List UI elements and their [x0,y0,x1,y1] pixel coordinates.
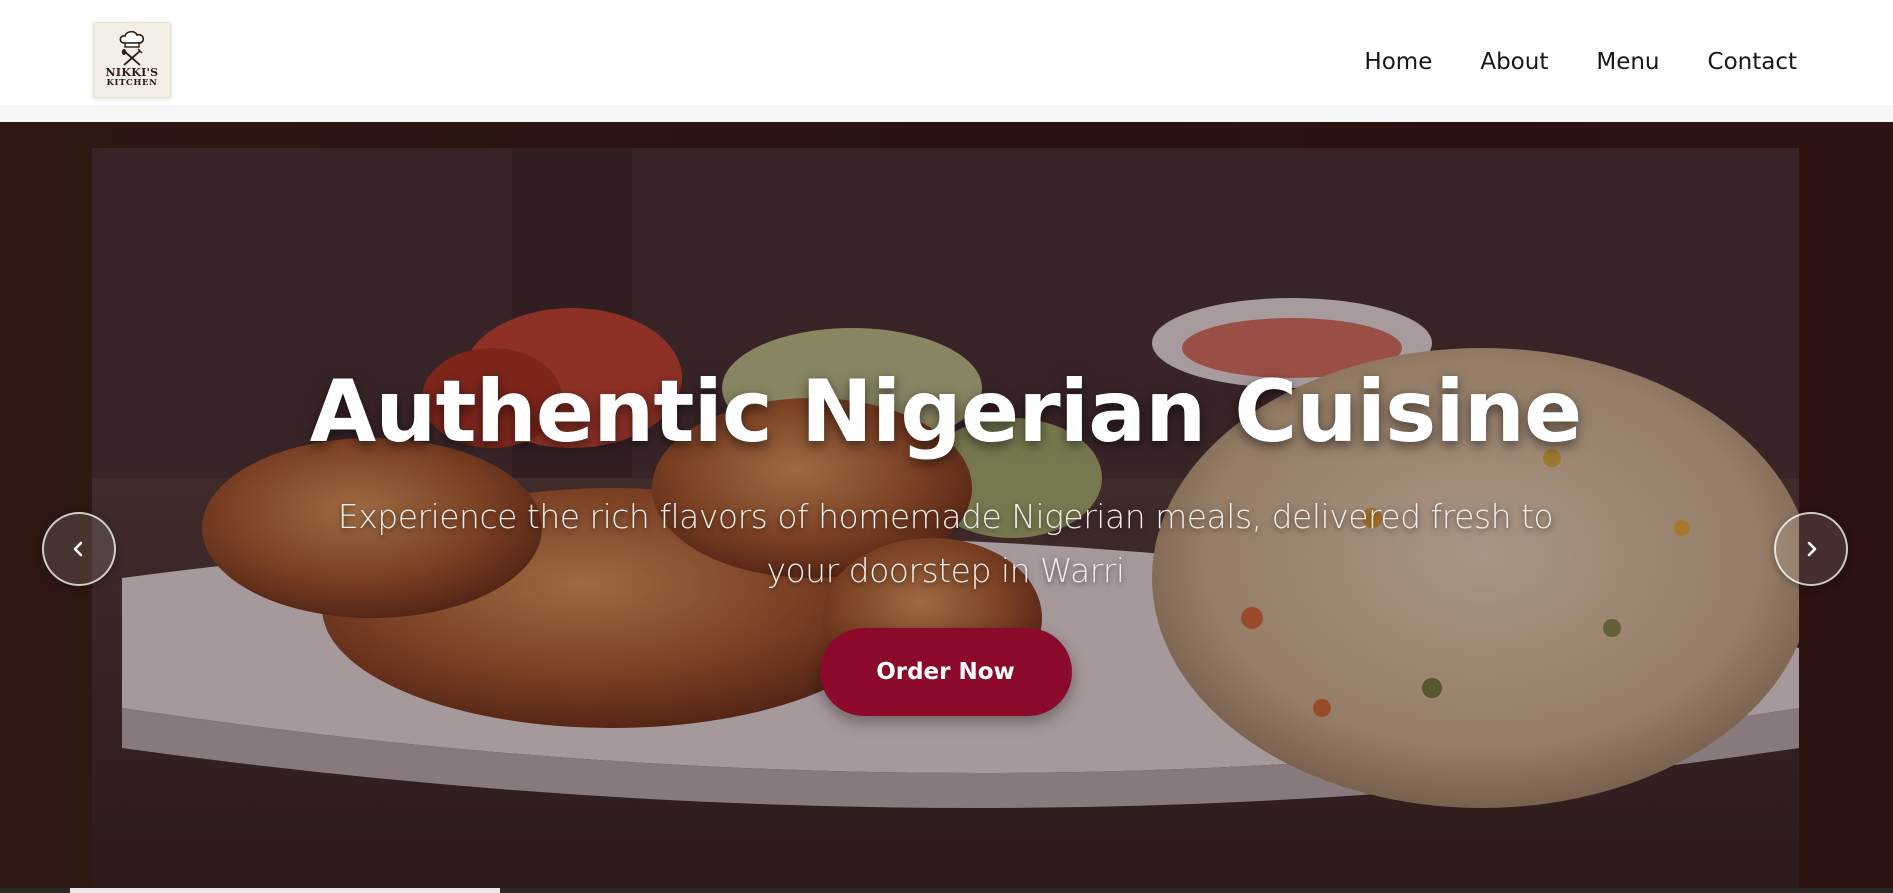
main-nav: Home About Menu Contact [1364,44,1797,80]
brand-name-line1: NIKKI'S [105,66,159,79]
nav-link-menu[interactable]: Menu [1596,49,1659,75]
header-divider [0,105,1893,122]
nav-link-about[interactable]: About [1480,49,1548,75]
carousel-prev-button[interactable] [42,512,116,586]
site-header: NIKKI'S KITCHEN Home About Menu Contact [0,0,1893,105]
hero-subtitle: Experience the rich flavors of homemade … [337,497,1554,590]
hero-title: Authentic Nigerian Cuisine [309,362,1583,462]
brand-name-line2: KITCHEN [106,78,158,88]
carousel-next-button[interactable] [1774,512,1848,586]
brand-logo[interactable]: NIKKI'S KITCHEN [93,22,171,98]
order-now-button[interactable]: Order Now [819,628,1072,716]
nav-link-home[interactable]: Home [1364,49,1432,75]
nav-link-contact[interactable]: Contact [1708,49,1797,75]
hero-content: Authentic Nigerian Cuisine Experience th… [92,122,1799,893]
chevron-right-icon [1807,541,1817,557]
brand-name: NIKKI'S KITCHEN [106,67,159,88]
next-section-edge [0,888,1893,893]
hero-carousel: Authentic Nigerian Cuisine Experience th… [0,122,1893,893]
chef-hat-icon [119,30,145,66]
next-section-highlight [70,888,500,893]
chevron-left-icon [73,541,83,557]
